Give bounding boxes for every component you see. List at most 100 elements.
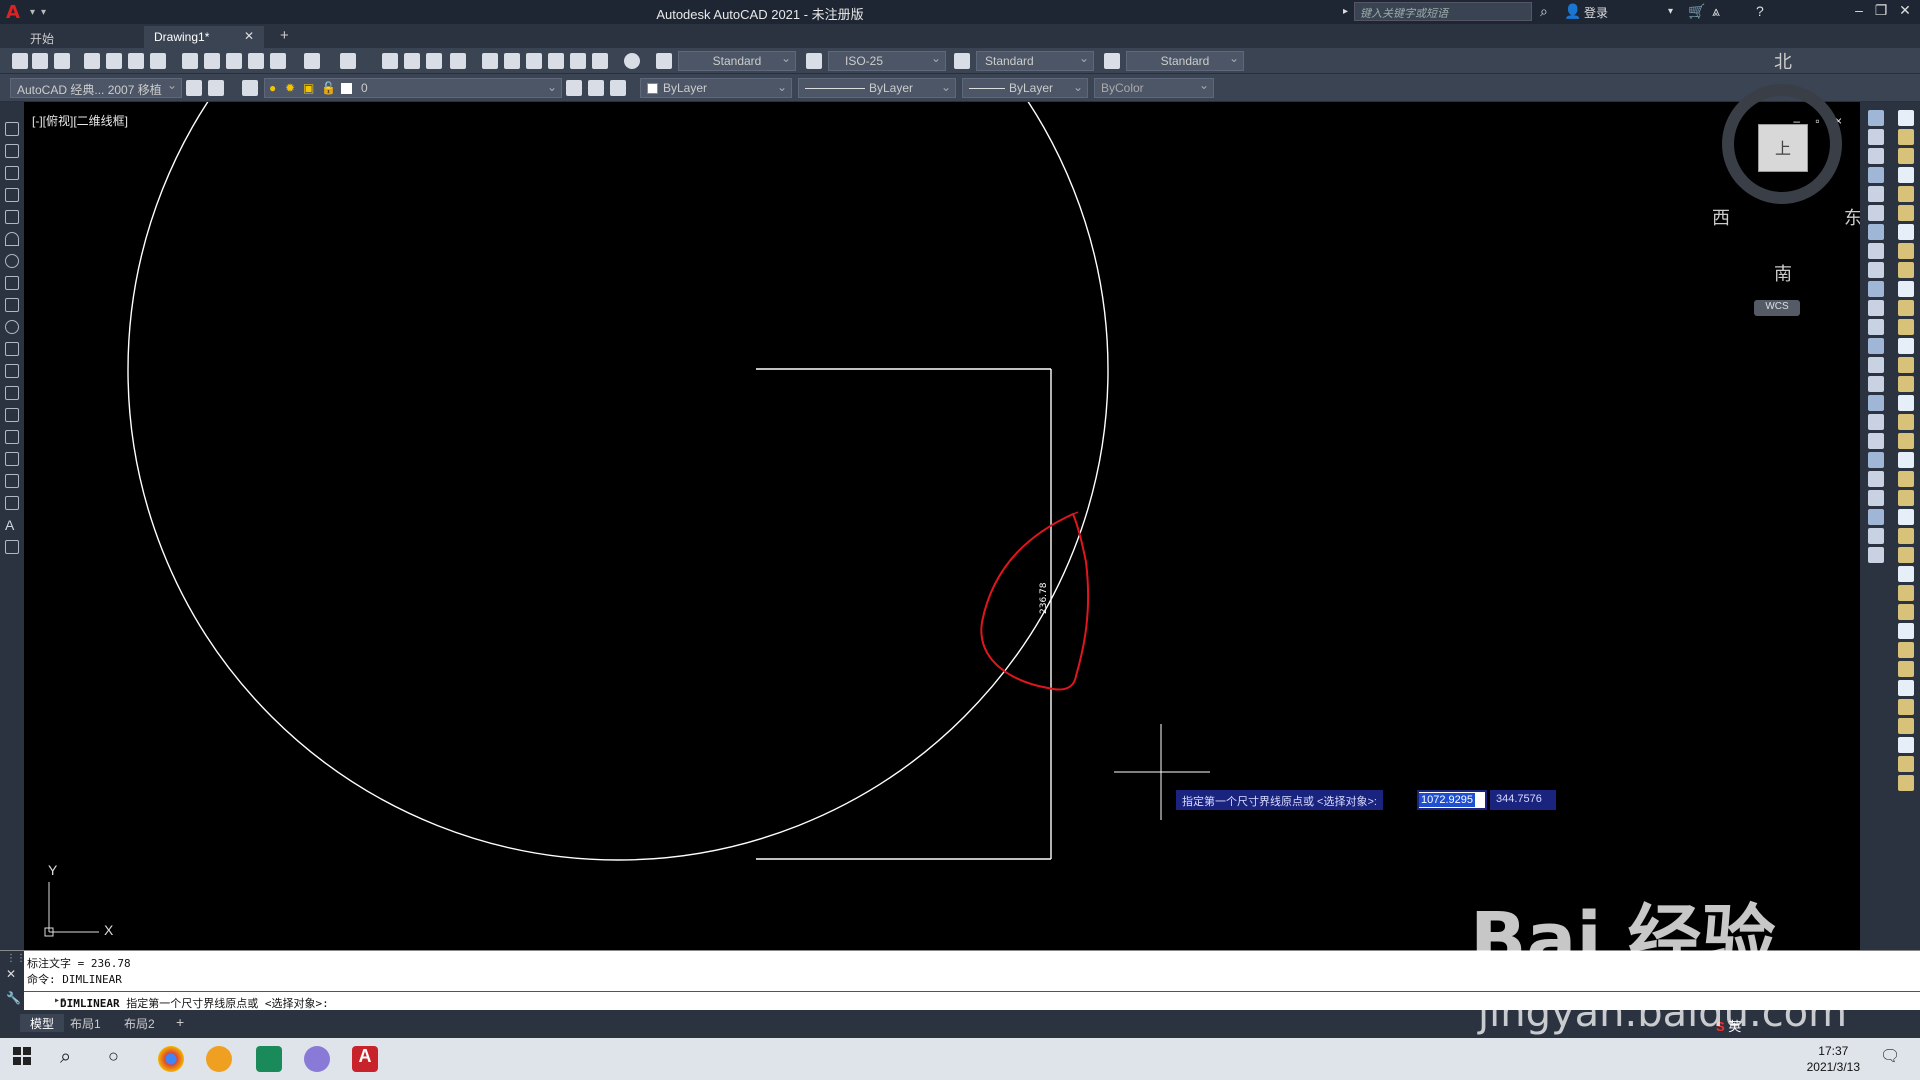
- command-line-handle[interactable]: ⋮⋮ ✕ 🔧: [0, 951, 26, 1011]
- design-center-icon[interactable]: [504, 53, 520, 69]
- dimension-tool-icon[interactable]: [1898, 129, 1914, 145]
- hatch-icon[interactable]: [5, 430, 19, 444]
- zoom-previous-icon[interactable]: [450, 53, 466, 69]
- share-icon[interactable]: ⩓: [1712, 3, 1720, 20]
- windows-start-icon[interactable]: [12, 1046, 38, 1072]
- text-style-icon[interactable]: [656, 53, 672, 69]
- dimension-tool-icon[interactable]: [1898, 205, 1914, 221]
- autocad-taskbar-icon[interactable]: A: [352, 1046, 378, 1072]
- dimension-tool-icon[interactable]: [1898, 699, 1914, 715]
- grip-icon[interactable]: ⋮⋮: [6, 953, 26, 964]
- modify-tool-icon[interactable]: [1868, 319, 1884, 335]
- dimension-tool-icon[interactable]: [1898, 471, 1914, 487]
- search-expand-icon[interactable]: ▸: [1343, 6, 1348, 17]
- dimension-tool-icon[interactable]: [1898, 604, 1914, 620]
- dimension-tool-icon[interactable]: [1898, 756, 1914, 772]
- layer-state-icon[interactable]: [610, 80, 626, 96]
- tab-close-icon[interactable]: ✕: [244, 29, 254, 43]
- modify-tool-icon[interactable]: [1868, 547, 1884, 563]
- dimension-tool-icon[interactable]: [1898, 509, 1914, 525]
- color-dropdown[interactable]: ByLayer ⌄: [640, 78, 792, 98]
- chevron-down-icon[interactable]: ⌄: [777, 80, 787, 94]
- dimension-tool-icon[interactable]: [1898, 167, 1914, 183]
- block-editor-icon[interactable]: [270, 53, 286, 69]
- close-icon[interactable]: ✕: [6, 967, 16, 981]
- make-current-layer-icon[interactable]: [566, 80, 582, 96]
- modify-tool-icon[interactable]: [1868, 205, 1884, 221]
- pan-icon[interactable]: [382, 53, 398, 69]
- region-icon[interactable]: [5, 474, 19, 488]
- dimension-tool-icon[interactable]: [1898, 186, 1914, 202]
- polyline-icon[interactable]: [5, 166, 19, 180]
- publish-icon[interactable]: [150, 53, 166, 69]
- user-icon[interactable]: 👤: [1564, 3, 1581, 20]
- search-icon[interactable]: ⌕: [1540, 3, 1548, 20]
- dimension-tool-icon[interactable]: [1898, 395, 1914, 411]
- workspace-save-icon[interactable]: [208, 80, 224, 96]
- line-icon[interactable]: [5, 122, 19, 136]
- dimension-tool-icon[interactable]: [1898, 566, 1914, 582]
- print-preview-icon[interactable]: [106, 53, 122, 69]
- dimension-tool-icon[interactable]: [1898, 680, 1914, 696]
- redo-icon[interactable]: [340, 53, 356, 69]
- modify-tool-icon[interactable]: [1868, 433, 1884, 449]
- modify-tool-icon[interactable]: [1868, 167, 1884, 183]
- table-style-dropdown[interactable]: Standard: [976, 51, 1094, 71]
- recent-commands-icon[interactable]: ▸▾: [54, 995, 66, 1006]
- help-icon[interactable]: ?: [1756, 3, 1764, 19]
- sheet-set-icon[interactable]: [548, 53, 564, 69]
- tab-model[interactable]: 模型: [20, 1014, 65, 1032]
- rectangle-icon[interactable]: [5, 210, 19, 224]
- new-file-icon[interactable]: [12, 53, 28, 69]
- polygon-icon[interactable]: [5, 188, 19, 202]
- autocad-lt-icon[interactable]: [256, 1046, 282, 1072]
- compass-north[interactable]: 北: [1774, 48, 1792, 74]
- dimension-tool-icon[interactable]: [1898, 642, 1914, 658]
- undo-icon[interactable]: [304, 53, 320, 69]
- linetype-dropdown[interactable]: ByLayer ⌄: [798, 78, 956, 98]
- task-view-icon[interactable]: ○: [108, 1046, 134, 1072]
- browser-icon[interactable]: [206, 1046, 232, 1072]
- plot-icon[interactable]: [128, 53, 144, 69]
- tab-layout1[interactable]: 布局1: [60, 1014, 111, 1032]
- modify-tool-icon[interactable]: [1868, 148, 1884, 164]
- dimension-tool-icon[interactable]: [1898, 357, 1914, 373]
- viewcube-top-face[interactable]: 上: [1758, 124, 1808, 172]
- circle-icon[interactable]: [5, 254, 19, 268]
- dimension-tool-icon[interactable]: [1898, 718, 1914, 734]
- text-style-dropdown[interactable]: Standard: [678, 51, 796, 71]
- dimension-tool-icon[interactable]: [1898, 338, 1914, 354]
- wcs-menu[interactable]: WCS: [1754, 300, 1800, 316]
- login-chevron-icon[interactable]: ▾: [1668, 6, 1673, 17]
- save-icon[interactable]: [54, 53, 70, 69]
- tab-layout2[interactable]: 布局2: [114, 1014, 165, 1032]
- layer-on-icon[interactable]: ●: [269, 81, 276, 95]
- lineweight-dropdown[interactable]: ByLayer ⌄: [962, 78, 1088, 98]
- chevron-down-icon[interactable]: ⌄: [1073, 80, 1083, 94]
- search-icon[interactable]: ⌕: [60, 1046, 86, 1072]
- modify-tool-icon[interactable]: [1868, 528, 1884, 544]
- multiline-text-icon[interactable]: A: [5, 518, 19, 532]
- copy-icon[interactable]: [204, 53, 220, 69]
- dimension-tool-icon[interactable]: [1898, 452, 1914, 468]
- add-selected-icon[interactable]: [5, 540, 19, 554]
- help-icon[interactable]: [624, 53, 640, 69]
- dynamic-input-y[interactable]: 344.7576: [1490, 790, 1556, 810]
- dimension-tool-icon[interactable]: [1898, 110, 1914, 126]
- dimension-tool-icon[interactable]: [1898, 243, 1914, 259]
- multileader-style-icon[interactable]: [1104, 53, 1120, 69]
- layer-viewport-icon[interactable]: ▣: [303, 81, 314, 95]
- modify-tool-icon[interactable]: [1868, 357, 1884, 373]
- close-icon[interactable]: ✕: [1894, 2, 1916, 22]
- add-layout-icon[interactable]: +: [176, 1014, 184, 1030]
- cart-icon[interactable]: 🛒: [1688, 3, 1705, 20]
- chevron-down-icon[interactable]: ⌄: [547, 80, 557, 94]
- tab-start[interactable]: 开始: [20, 26, 144, 48]
- system-clock[interactable]: 17:37 2021/3/13: [1807, 1043, 1860, 1075]
- modify-tool-icon[interactable]: [1868, 224, 1884, 240]
- dimension-tool-icon[interactable]: [1898, 148, 1914, 164]
- drawing-canvas[interactable]: 236.78 [-][俯视][二维线框] – ▫ × Y X: [24, 102, 1860, 950]
- dim-style-dropdown[interactable]: ISO-25: [828, 51, 946, 71]
- login-button[interactable]: 登录: [1584, 4, 1608, 21]
- chrome-icon[interactable]: [158, 1046, 184, 1072]
